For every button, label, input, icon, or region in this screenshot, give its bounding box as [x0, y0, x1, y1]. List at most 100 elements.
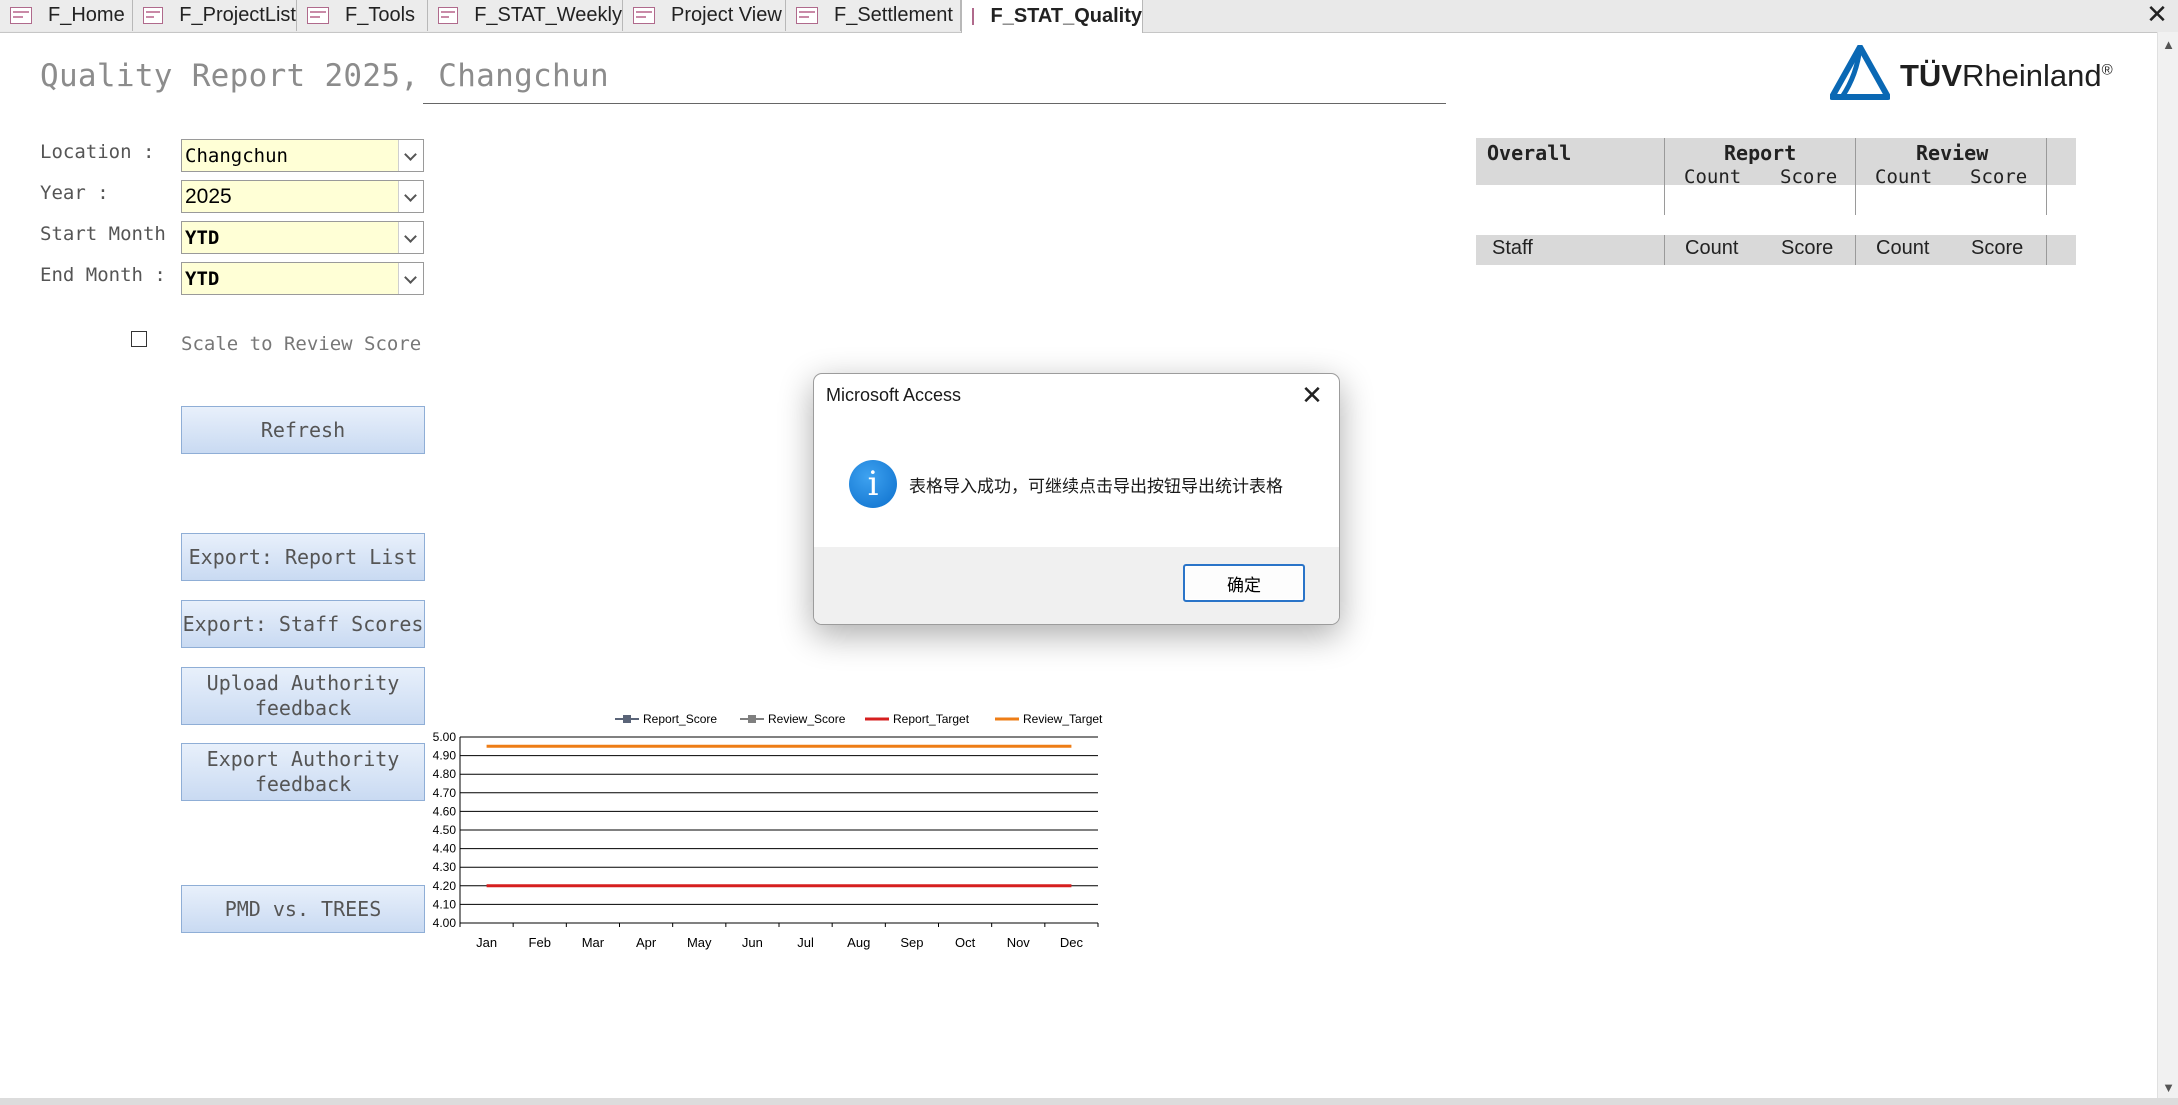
x-tick-label: Apr — [636, 935, 657, 950]
chevron-down-icon[interactable] — [398, 181, 423, 212]
staff-review-count-header: Count — [1876, 237, 1930, 259]
end-month-value: YTD — [185, 268, 220, 290]
tab-label: F_ProjectList — [179, 4, 296, 26]
y-tick-label: 4.30 — [433, 860, 457, 874]
tuv-triangle-logo-icon — [1830, 45, 1890, 100]
column-divider — [1855, 138, 1856, 215]
x-tick-label: Jul — [797, 935, 814, 950]
title-underline — [423, 103, 1446, 104]
location-label: Location : — [40, 141, 155, 163]
tab-label: F_Tools — [345, 4, 416, 26]
chevron-down-icon[interactable] — [398, 263, 423, 294]
tab-f-projectlist[interactable]: F_ProjectList — [133, 0, 297, 31]
column-divider — [2046, 138, 2047, 215]
start-month-value: YTD — [185, 227, 220, 249]
pmd-vs-trees-button[interactable]: PMD vs. TREES — [181, 885, 425, 933]
x-tick-label: Oct — [955, 935, 976, 950]
x-tick-label: Mar — [582, 935, 605, 950]
tab-strip: F_Home F_ProjectList F_Tools F_STAT_Week… — [0, 0, 2178, 33]
tab-label: F_Settlement — [834, 4, 953, 26]
logo-text-rest: Rheinland — [1962, 58, 2102, 93]
legend-marker — [748, 715, 756, 723]
tab-f-tools[interactable]: F_Tools — [297, 0, 428, 31]
year-combo[interactable]: 2025 — [181, 180, 424, 213]
x-tick-label: Sep — [900, 935, 923, 950]
close-icon[interactable]: ✕ — [1299, 382, 1325, 408]
location-value: Changchun — [185, 145, 288, 167]
scroll-up-icon[interactable]: ▲ — [2158, 34, 2178, 55]
form-icon — [143, 7, 164, 24]
export-authority-feedback-button[interactable]: Export Authority feedback — [181, 743, 425, 801]
overall-header: Overall — [1487, 141, 1572, 165]
y-tick-label: 4.50 — [433, 823, 457, 837]
end-month-combo[interactable]: YTD — [181, 262, 424, 295]
staff-header: Staff — [1492, 237, 1533, 259]
scroll-down-icon[interactable]: ▼ — [2158, 1077, 2178, 1098]
button-line-2: feedback — [254, 772, 352, 796]
scale-to-review-label: Scale to Review Score — [181, 333, 422, 355]
button-line-1: Export Authority — [206, 747, 400, 771]
button-line-2: feedback — [254, 696, 352, 720]
dialog-message: 表格导入成功，可继续点击导出按钮导出统计表格 — [909, 477, 1283, 496]
year-value: 2025 — [185, 185, 232, 208]
location-combo[interactable]: Changchun — [181, 139, 424, 172]
tab-f-settlement[interactable]: F_Settlement — [786, 0, 961, 31]
year-label: Year : — [40, 182, 109, 204]
logo-registered: ® — [2101, 61, 2113, 79]
chevron-down-icon[interactable] — [398, 140, 423, 171]
chevron-down-icon[interactable] — [398, 222, 423, 253]
column-divider — [2046, 235, 2047, 265]
legend-label: Review_Score — [768, 712, 846, 726]
y-tick-label: 4.20 — [433, 879, 457, 893]
report-score-header: Score — [1780, 166, 1838, 188]
x-tick-label: Jun — [742, 935, 763, 950]
vertical-scrollbar[interactable]: ▲ ▼ — [2157, 32, 2178, 1100]
staff-report-count-header: Count — [1685, 237, 1739, 259]
form-icon — [796, 7, 818, 24]
review-header: Review — [1916, 141, 1989, 165]
form-icon — [10, 7, 32, 24]
x-tick-label: Feb — [529, 935, 551, 950]
tab-project-view[interactable]: Project View — [623, 0, 786, 31]
x-tick-label: Aug — [847, 935, 870, 950]
export-staff-scores-button[interactable]: Export: Staff Scores — [181, 600, 425, 648]
x-tick-label: May — [687, 935, 712, 950]
column-divider — [1664, 138, 1665, 215]
ok-button[interactable]: 确定 — [1183, 564, 1305, 602]
tab-f-home[interactable]: F_Home — [0, 0, 133, 31]
start-month-label: Start Month — [40, 223, 166, 245]
bottom-bar — [0, 1098, 2178, 1105]
tab-f-stat-weekly[interactable]: F_STAT_Weekly — [428, 0, 623, 31]
report-header: Report — [1724, 141, 1797, 165]
y-tick-label: 4.10 — [433, 897, 457, 911]
logo-text-bold: TÜV — [1900, 58, 1962, 93]
form-icon — [307, 7, 329, 24]
y-tick-label: 4.40 — [433, 842, 457, 856]
export-report-list-button[interactable]: Export: Report List — [181, 533, 425, 581]
staff-review-score-header: Score — [1971, 237, 2024, 259]
column-divider — [1855, 235, 1856, 265]
scale-to-review-checkbox[interactable] — [131, 331, 147, 347]
y-tick-label: 4.70 — [433, 786, 457, 800]
tab-f-stat-quality[interactable]: F_STAT_Quality — [961, 0, 1143, 33]
x-tick-label: Nov — [1007, 935, 1031, 950]
start-month-combo[interactable]: YTD — [181, 221, 424, 254]
upload-authority-feedback-button[interactable]: Upload Authority feedback — [181, 667, 425, 725]
tab-label: F_STAT_Quality — [990, 5, 1142, 27]
dialog-title: Microsoft Access — [826, 385, 962, 405]
tab-label: Project View — [671, 4, 782, 26]
refresh-button[interactable]: Refresh — [181, 406, 425, 454]
x-tick-label: Dec — [1060, 935, 1084, 950]
form-icon — [633, 7, 655, 24]
form-icon — [438, 7, 459, 24]
x-tick-label: Jan — [476, 935, 497, 950]
column-divider — [1664, 235, 1665, 265]
y-tick-label: 4.90 — [433, 749, 457, 763]
review-score-header: Score — [1970, 166, 2028, 188]
close-tab-icon[interactable]: ✕ — [2142, 0, 2172, 30]
message-dialog: Microsoft Access ✕ i 表格导入成功，可继续点击导出按钮导出统… — [813, 373, 1340, 625]
legend-label: Review_Target — [1023, 712, 1103, 726]
page-title: Quality Report 2025, Changchun — [40, 58, 609, 94]
y-tick-label: 4.00 — [433, 916, 457, 930]
legend-label: Report_Target — [893, 712, 970, 726]
